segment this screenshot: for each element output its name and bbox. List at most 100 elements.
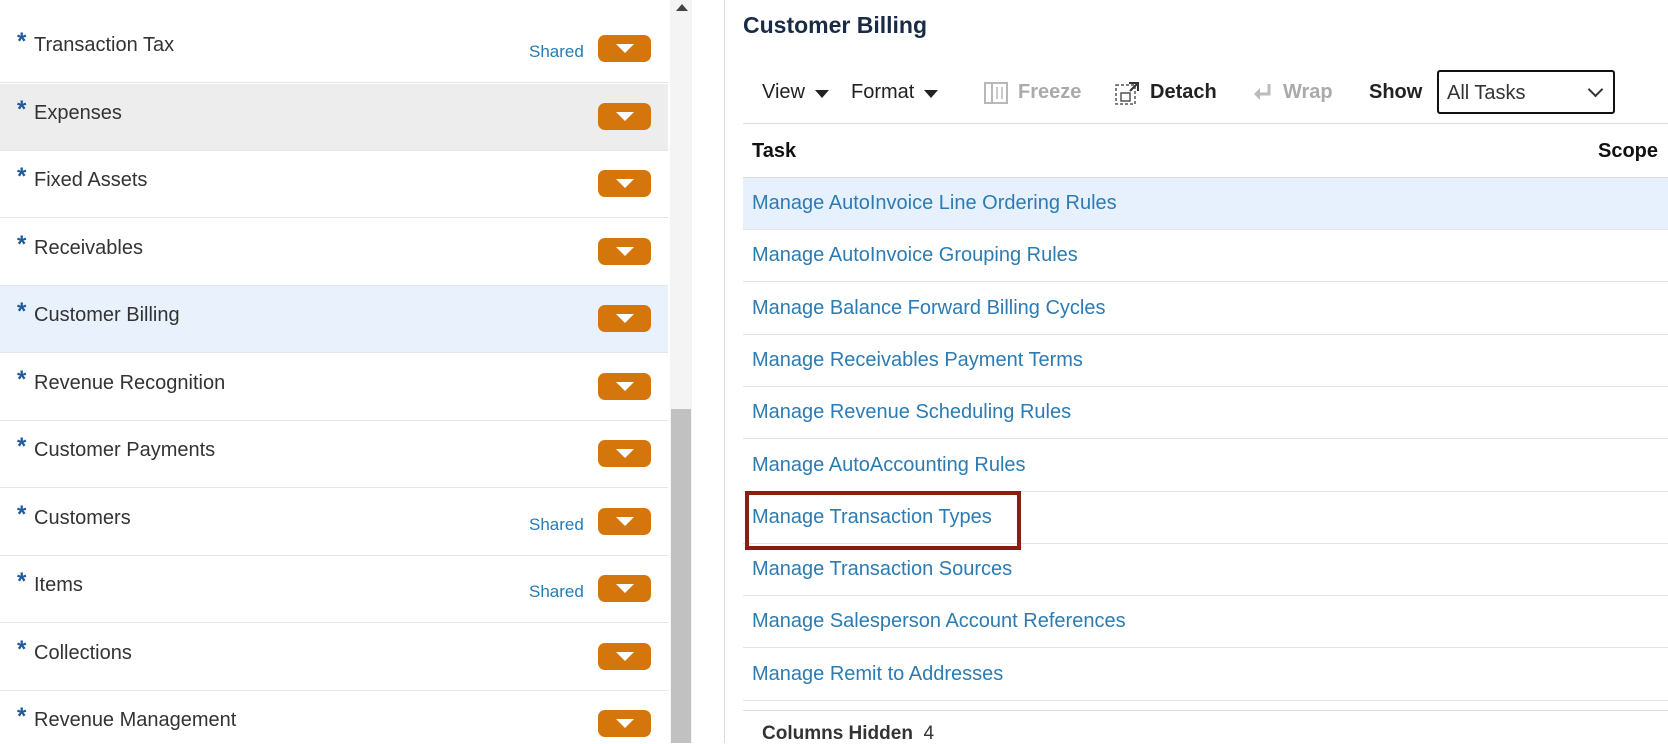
scroll-up-arrow-icon[interactable] (676, 4, 688, 11)
chevron-down-icon (1587, 81, 1604, 98)
task-link[interactable]: Manage Revenue Scheduling Rules (752, 402, 1071, 422)
required-asterisk: * (17, 500, 27, 528)
offering-row[interactable]: * Customer Payments (0, 421, 668, 488)
actions-dropdown-button[interactable] (598, 35, 651, 62)
required-asterisk: * (17, 703, 27, 730)
detach-button[interactable]: Detach (1114, 79, 1217, 106)
offering-row[interactable]: * Expenses (0, 83, 668, 151)
scrollbar-thumb[interactable] (671, 409, 691, 743)
table-header: Task Scope (743, 123, 1668, 178)
dropdown-arrow-icon (615, 44, 634, 53)
offering-row[interactable]: * Receivables (0, 219, 668, 286)
actions-dropdown-button[interactable] (598, 170, 651, 197)
table-row[interactable]: Manage Receivables Payment Terms (743, 335, 1668, 387)
shared-badge: Shared (529, 582, 584, 601)
view-menu-label: View (762, 81, 805, 103)
actions-dropdown-button[interactable] (598, 575, 651, 602)
actions-dropdown-button[interactable] (598, 372, 651, 400)
offering-row[interactable]: * Fixed Assets (0, 151, 668, 218)
format-menu-label: Format (851, 81, 915, 103)
freeze-button[interactable]: Freeze (984, 79, 1081, 106)
required-asterisk: * (17, 365, 27, 393)
wrap-button[interactable]: Wrap (1251, 79, 1333, 106)
actions-dropdown-button[interactable] (598, 642, 651, 670)
offerings-list-panel: * Transaction Tax Shared * Expenses * Fixed As… (0, 0, 668, 743)
show-label: Show (1369, 81, 1423, 103)
offering-row[interactable]: * Customer Billing (0, 286, 668, 353)
left-scrollbar[interactable] (670, 0, 692, 743)
required-asterisk: * (17, 230, 27, 258)
offering-label[interactable]: Items (34, 575, 83, 595)
dropdown-arrow-icon (615, 584, 634, 593)
view-menu[interactable]: View (762, 79, 829, 106)
table-row[interactable]: Manage Balance Forward Billing Cycles (743, 283, 1668, 335)
task-link[interactable]: Manage Balance Forward Billing Cycles (752, 298, 1106, 318)
required-asterisk: * (17, 568, 27, 595)
table-row[interactable]: Manage AutoAccounting Rules (743, 440, 1668, 492)
caret-down-icon (815, 90, 829, 98)
show-select[interactable]: All Tasks (1437, 70, 1615, 114)
required-asterisk: * (17, 163, 27, 190)
columns-hidden-count: 4 (923, 723, 935, 744)
task-link[interactable]: Manage Receivables Payment Terms (752, 350, 1083, 370)
columns-hidden-label: Columns Hidden (762, 723, 913, 744)
column-header-scope[interactable]: Scope (1598, 141, 1658, 161)
format-menu[interactable]: Format (851, 79, 939, 106)
task-link[interactable]: Manage Remit to Addresses (752, 664, 1003, 684)
table-row[interactable]: Manage Transaction Sources (743, 544, 1668, 597)
table-row[interactable]: Manage AutoInvoice Grouping Rules (743, 230, 1668, 283)
column-header-task[interactable]: Task (752, 141, 796, 161)
task-link[interactable]: Manage AutoAccounting Rules (752, 455, 1026, 475)
offering-label[interactable]: Expenses (34, 103, 122, 123)
highlight-box (745, 491, 1021, 550)
offering-label[interactable]: Revenue Management (34, 710, 236, 730)
actions-dropdown-button[interactable] (598, 440, 651, 467)
task-link[interactable]: Manage AutoInvoice Grouping Rules (752, 245, 1078, 265)
dropdown-arrow-icon (615, 111, 634, 121)
actions-dropdown-button[interactable] (598, 237, 651, 265)
footer-divider (743, 710, 1668, 711)
dropdown-arrow-icon (615, 651, 634, 661)
offering-row[interactable]: * Customers Shared (0, 489, 668, 556)
offering-label[interactable]: Receivables (34, 238, 143, 258)
table-row[interactable]: Manage Remit to Addresses (743, 649, 1668, 701)
columns-hidden-status: Columns Hidden 4 (762, 724, 934, 743)
freeze-icon (984, 81, 1008, 104)
actions-dropdown-button[interactable] (598, 305, 651, 332)
table-row[interactable]: Manage Revenue Scheduling Rules (743, 387, 1668, 440)
offering-row[interactable]: * Revenue Management (0, 691, 668, 743)
task-link[interactable]: Manage Transaction Sources (752, 559, 1012, 579)
offering-label[interactable]: Customer Billing (34, 305, 180, 325)
offering-label[interactable]: Revenue Recognition (34, 373, 225, 393)
shared-badge: Shared (529, 42, 584, 61)
task-panel: Customer Billing View Format Freeze Deta… (725, 0, 1668, 743)
offering-label[interactable]: Fixed Assets (34, 170, 147, 190)
task-link[interactable]: Manage Salesperson Account References (752, 611, 1126, 631)
freeze-label: Freeze (1018, 81, 1082, 103)
wrap-icon (1254, 83, 1271, 100)
actions-dropdown-button[interactable] (598, 102, 651, 130)
detach-label: Detach (1150, 81, 1217, 103)
table-row[interactable]: Manage Salesperson Account References (743, 596, 1668, 649)
offering-row[interactable]: * Transaction Tax Shared (0, 16, 668, 83)
table-row[interactable]: Manage AutoInvoice Line Ordering Rules (743, 178, 1668, 230)
offering-label[interactable]: Customers (34, 508, 131, 528)
task-link[interactable]: Manage AutoInvoice Line Ordering Rules (752, 193, 1117, 213)
actions-dropdown-button[interactable] (598, 507, 651, 535)
required-asterisk: * (17, 28, 27, 55)
offering-row[interactable]: * Items Shared (0, 556, 668, 623)
offering-row[interactable]: * Collections (0, 624, 668, 691)
offering-label[interactable]: Transaction Tax (34, 35, 174, 55)
caret-down-icon (924, 90, 939, 98)
offering-label[interactable]: Collections (34, 643, 132, 663)
dropdown-arrow-icon (615, 179, 634, 188)
offering-label[interactable]: Customer Payments (34, 440, 215, 460)
offering-row[interactable]: * Revenue Recognition (0, 354, 668, 421)
dropdown-arrow-icon (615, 246, 634, 256)
dropdown-arrow-icon (615, 516, 634, 526)
dropdown-arrow-icon (615, 381, 634, 391)
wrap-label: Wrap (1283, 81, 1333, 103)
dropdown-arrow-icon (615, 314, 634, 323)
actions-dropdown-button[interactable] (598, 710, 651, 737)
page-title: Customer Billing (743, 12, 928, 38)
